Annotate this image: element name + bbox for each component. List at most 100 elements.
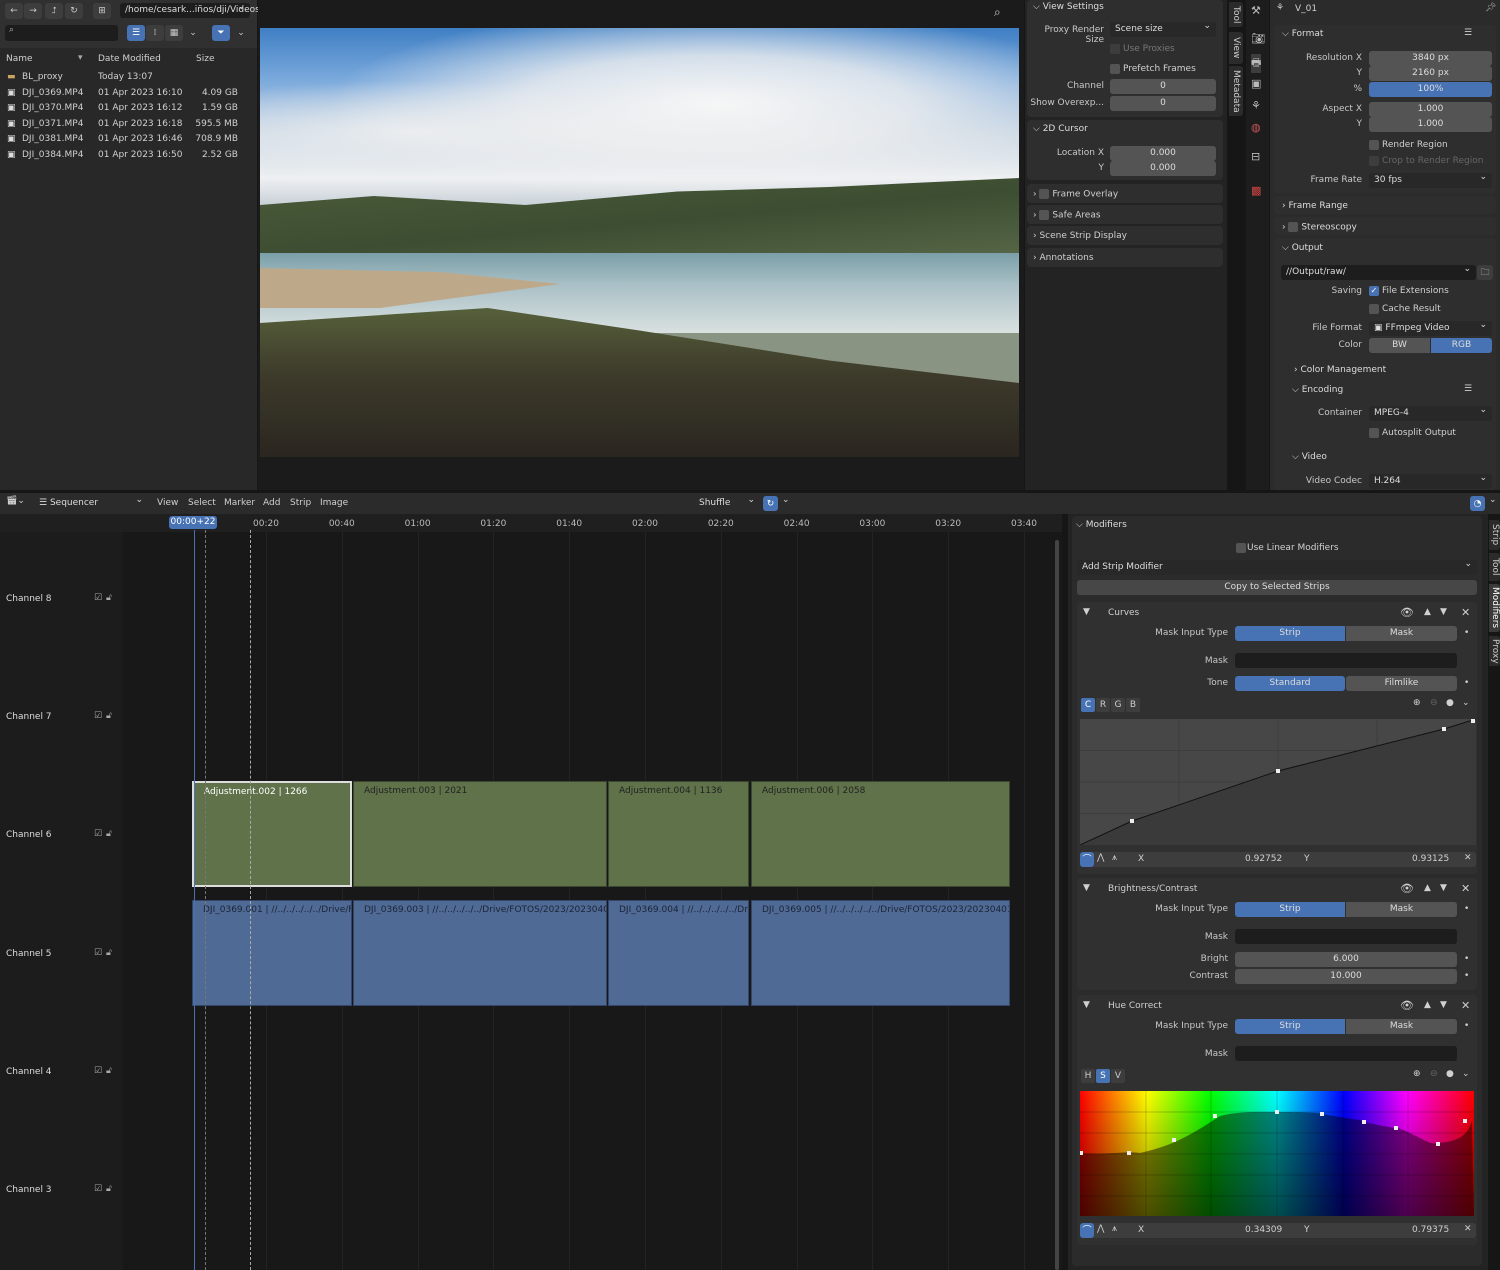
keyframe-dot[interactable]: • (1464, 1021, 1469, 1031)
resolution-percent-field[interactable]: 100% (1369, 82, 1492, 97)
adjustment-strip[interactable]: Adjustment.004 | 1136 (608, 781, 749, 887)
tab-tool[interactable]: Tool (1229, 2, 1243, 27)
zoom-out-icon[interactable]: ⊖ (1430, 1069, 1438, 1079)
collapse-icon[interactable]: ▼ (1083, 607, 1090, 617)
texture-icon[interactable]: ▩ (1251, 184, 1261, 197)
curve-channel-r[interactable]: R (1096, 698, 1110, 712)
use-linear-modifiers-checkbox[interactable] (1236, 543, 1246, 553)
use-proxies-checkbox[interactable] (1110, 44, 1120, 54)
curve-options-dropdown[interactable]: ⌄ (1462, 1069, 1470, 1079)
channel-label[interactable]: Channel 6 (6, 830, 52, 840)
output-header[interactable]: ⌵ Output (1282, 243, 1323, 253)
location-x-field[interactable]: 0.000 (1110, 146, 1216, 161)
channel-label[interactable]: Channel 8 (6, 594, 52, 604)
filter-dropdown[interactable]: ⌄ (233, 25, 249, 41)
hue-channel-s[interactable]: S (1096, 1069, 1110, 1083)
lock-icon[interactable]: 🔓︎ (106, 1066, 112, 1076)
menu-add[interactable]: Add (263, 498, 280, 508)
mask-input-strip-button[interactable]: Strip (1235, 626, 1345, 641)
mute-checkbox-icon[interactable]: ☑ (94, 829, 102, 839)
lock-icon[interactable]: 🔓︎ (106, 948, 112, 958)
channel-label[interactable]: Channel 3 (6, 1185, 52, 1195)
snapping-dropdown[interactable]: ⌄ (782, 495, 790, 505)
path-field[interactable]: /home/cesark...iños/dji/Videos/ (120, 0, 263, 18)
frame-range-header[interactable]: › Frame Range (1282, 201, 1348, 211)
column-date[interactable]: Date Modified (98, 54, 161, 64)
resolution-x-field[interactable]: 3840 px (1369, 51, 1492, 66)
column-name[interactable]: Name (6, 54, 33, 64)
visibility-eye-icon[interactable]: 👁︎ (1400, 606, 1414, 619)
color-rgb-button[interactable]: RGB (1431, 338, 1492, 353)
crop-render-region-checkbox[interactable] (1369, 156, 1379, 166)
curve-channel-c[interactable]: C (1081, 698, 1095, 712)
stereoscopy-header[interactable]: › Stereoscopy (1282, 222, 1357, 233)
mask-input-mask-button[interactable]: Mask (1346, 902, 1457, 917)
channel-label[interactable]: Channel 4 (6, 1067, 52, 1077)
mask-field[interactable] (1235, 1046, 1457, 1061)
mask-input-strip-button[interactable]: Strip (1235, 902, 1345, 917)
remove-icon[interactable]: ✕ (1461, 999, 1470, 1012)
smooth-handle-icon[interactable]: ⌒ (1080, 852, 1094, 867)
tab-metadata[interactable]: Metadata (1229, 66, 1243, 116)
prefetch-frames-checkbox[interactable] (1110, 64, 1120, 74)
show-overexposed-field[interactable]: 0 (1110, 96, 1216, 111)
2d-cursor-header[interactable]: ⌵ 2D Cursor (1033, 124, 1088, 134)
current-time-indicator[interactable]: 00:00+22 (169, 516, 217, 529)
back-button[interactable]: ← (5, 3, 23, 19)
channel-label[interactable]: Channel 7 (6, 712, 52, 722)
column-size[interactable]: Size (196, 54, 214, 64)
move-down-icon[interactable]: ▼ (1440, 607, 1447, 617)
collapse-icon[interactable]: ▼ (1083, 1000, 1090, 1010)
point-y-field[interactable]: 0.93125 (1412, 854, 1449, 864)
lock-icon[interactable]: 🔓︎ (106, 829, 112, 839)
remove-icon[interactable]: ✕ (1461, 606, 1470, 619)
file-row[interactable]: ▣ DJI_0370.MP4 01 Apr 2023 16:12 1.59 GB (0, 103, 257, 118)
encoding-header[interactable]: ⌵ Encoding (1292, 385, 1343, 395)
presets-icon[interactable]: ☰ (1464, 28, 1472, 38)
file-row[interactable]: ▬ BL_proxy Today 13:07 (0, 72, 257, 87)
resolution-y-field[interactable]: 2160 px (1369, 66, 1492, 81)
gizmo-icon[interactable]: ◔ (1470, 496, 1485, 511)
video-header[interactable]: ⌵ Video (1292, 452, 1327, 462)
file-row[interactable]: ▣ DJI_0371.MP4 01 Apr 2023 16:18 595.5 M… (0, 119, 257, 134)
render-icon[interactable]: 📷︎ (1251, 32, 1265, 45)
time-ruler[interactable]: 00:00+22 00:20 00:40 01:00 01:20 01:40 02:00 0… (0, 514, 1062, 532)
movie-strip[interactable]: DJI_0369.004 | //../../../../../Driv (608, 900, 749, 1006)
new-folder-button[interactable]: ⊞ (93, 3, 111, 19)
clip-options-icon[interactable]: ● (1446, 698, 1454, 708)
keyframe-dot[interactable]: • (1464, 954, 1469, 964)
movie-strip[interactable]: DJI_0369.001 | //../../../../../Drive/FO (192, 900, 352, 1006)
curve-channel-b[interactable]: B (1126, 698, 1140, 712)
point-x-field[interactable]: 0.92752 (1245, 854, 1282, 864)
encoding-presets-icon[interactable]: ☰ (1464, 384, 1472, 394)
bright-field[interactable]: 6.000 (1235, 952, 1457, 967)
view-layer-icon[interactable]: ▣ (1251, 77, 1261, 90)
hue-curve-widget[interactable] (1080, 1091, 1474, 1216)
curve-channel-g[interactable]: G (1111, 698, 1125, 712)
file-extensions-checkbox[interactable]: ✓ (1369, 286, 1379, 296)
menu-strip[interactable]: Strip (290, 498, 311, 508)
mask-field[interactable] (1235, 929, 1457, 944)
file-format-dropdown[interactable]: ▣ FFmpeg Video (1369, 318, 1492, 336)
menu-select[interactable]: Select (188, 498, 216, 508)
brightness-contrast-title[interactable]: Brightness/Contrast (1108, 884, 1197, 894)
copy-to-selected-button[interactable]: Copy to Selected Strips (1077, 580, 1477, 595)
modifiers-header[interactable]: ⌵ Modifiers (1076, 520, 1127, 530)
curves-title[interactable]: Curves (1108, 608, 1139, 618)
autosplit-checkbox[interactable] (1369, 428, 1379, 438)
render-region-checkbox[interactable] (1369, 140, 1379, 150)
location-y-field[interactable]: 0.000 (1110, 161, 1216, 176)
pin-icon[interactable]: 📌︎ (1485, 3, 1496, 13)
move-up-icon[interactable]: ▲ (1424, 607, 1431, 617)
color-management-header[interactable]: › Color Management (1294, 365, 1386, 375)
hue-channel-h[interactable]: H (1081, 1069, 1095, 1083)
tab-view[interactable]: View (1229, 32, 1243, 64)
keyframe-dot[interactable]: • (1464, 971, 1469, 981)
panel-safe-areas[interactable]: › Safe Areas (1027, 205, 1223, 225)
file-row[interactable]: ▣ DJI_0384.MP4 01 Apr 2023 16:50 2.52 GB (0, 150, 257, 165)
lock-icon[interactable]: 🔓︎ (106, 711, 112, 721)
aspect-y-field[interactable]: 1.000 (1369, 117, 1492, 132)
zoom-in-icon[interactable]: ⊕ (1413, 698, 1421, 708)
adjustment-strip[interactable]: Adjustment.006 | 2058 (751, 781, 1010, 887)
vertical-scrollbar[interactable] (1055, 540, 1059, 1270)
